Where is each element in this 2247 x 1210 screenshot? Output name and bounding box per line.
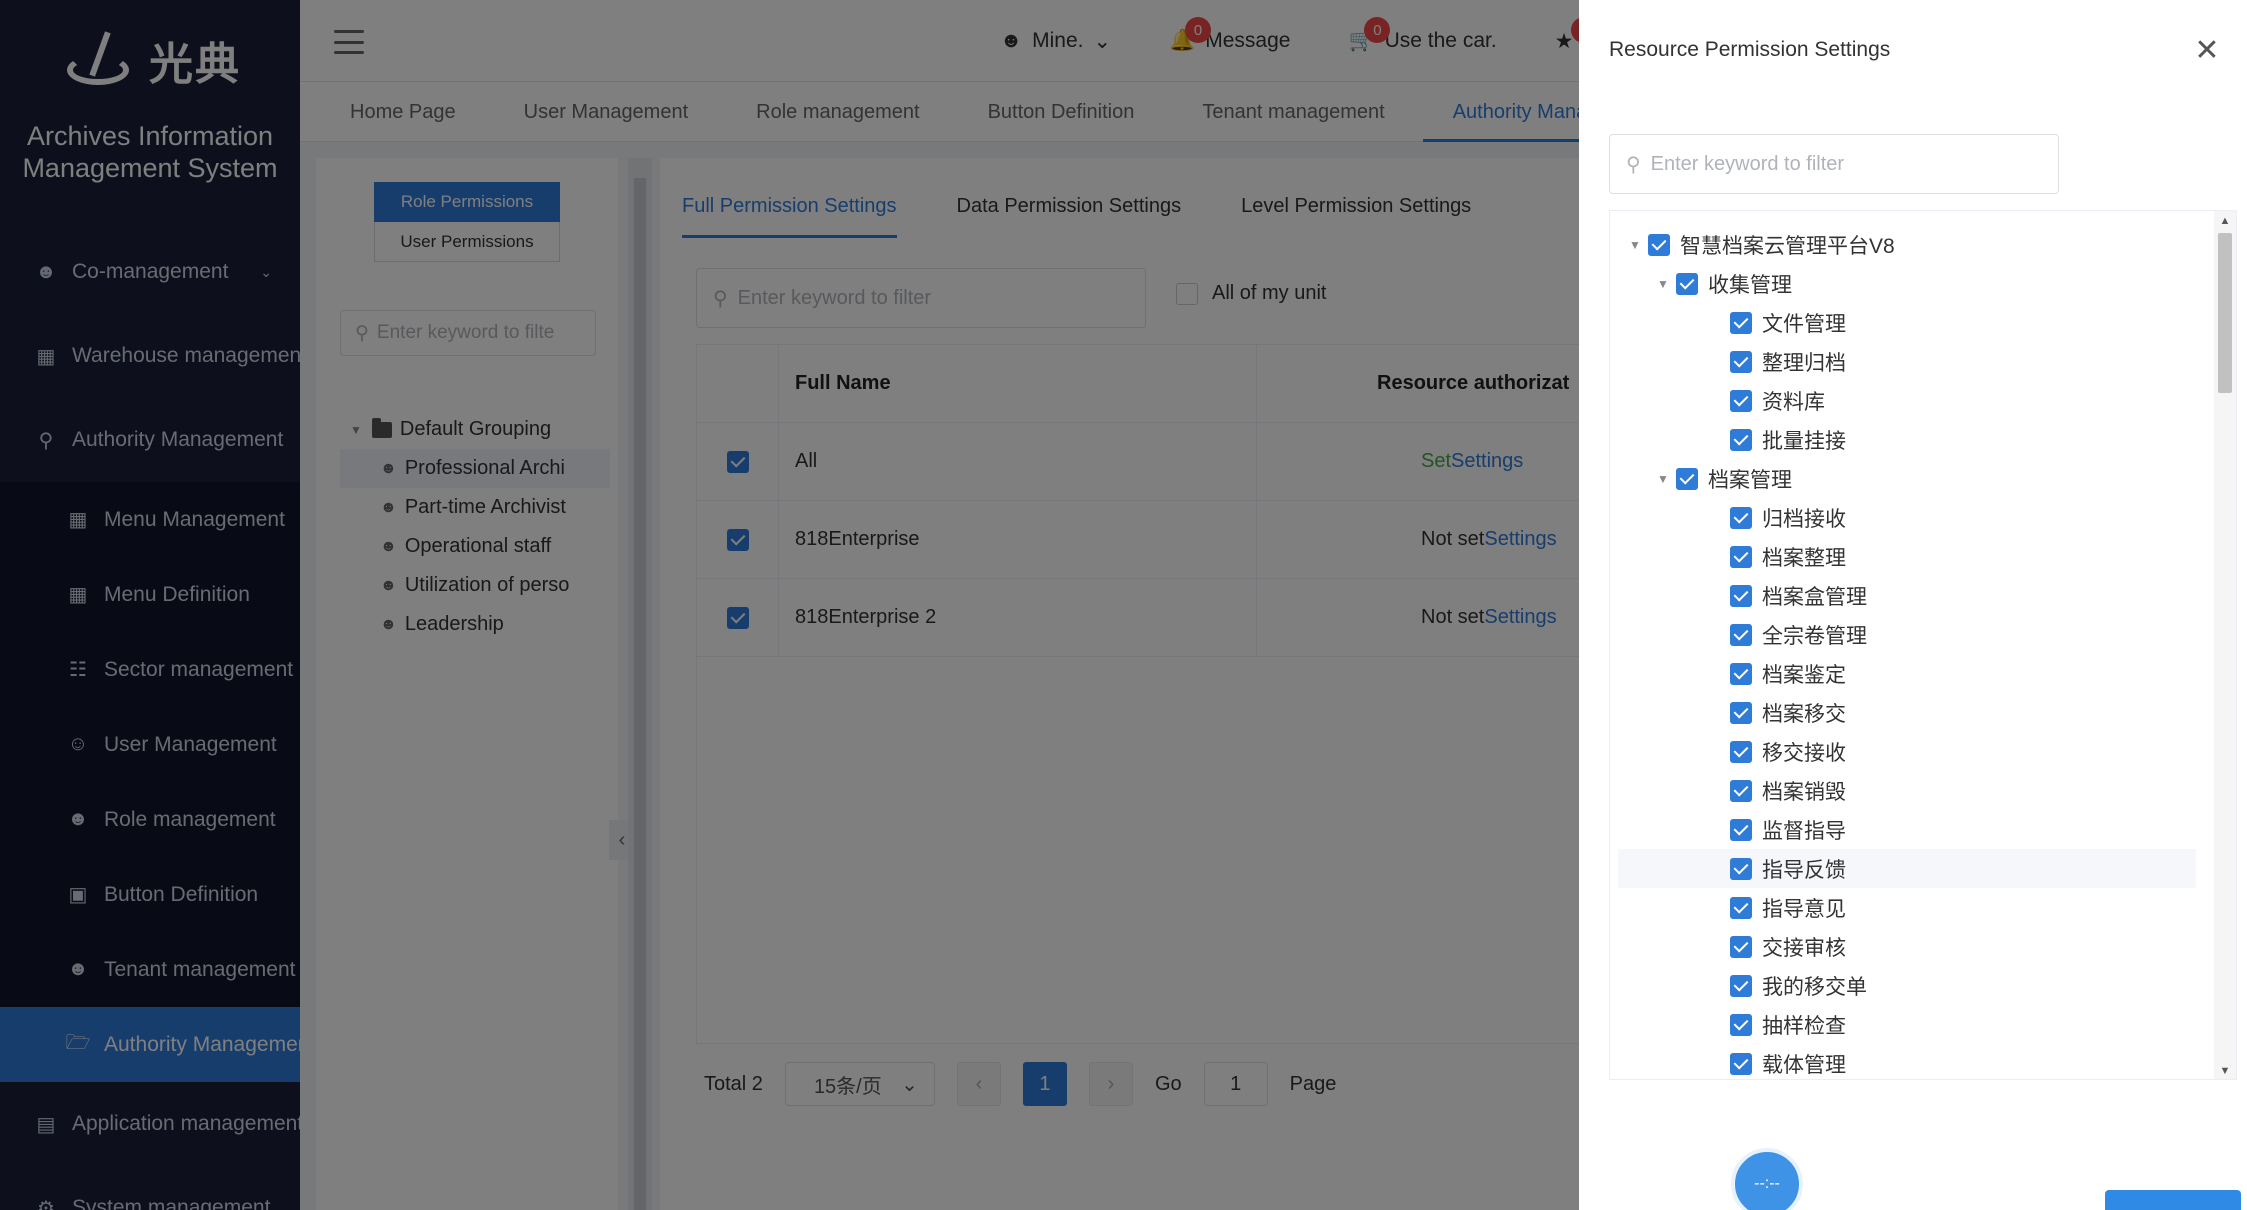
tree-node-label: 指导反馈 — [1762, 858, 1846, 882]
tree-node-label: 档案整理 — [1762, 546, 1846, 570]
tree-node-checkbox[interactable] — [1730, 857, 1752, 880]
tree-node[interactable]: ▼ 智慧档案云管理平台V8 — [1618, 225, 2196, 264]
scroll-thumb[interactable] — [2218, 233, 2232, 393]
tree-node-label: 移交接收 — [1762, 741, 1846, 765]
tree-node-checkbox[interactable] — [1730, 584, 1752, 607]
drawer-search-input[interactable]: ⚲ Enter keyword to filter — [1609, 134, 2059, 194]
tree-node-checkbox[interactable] — [1730, 818, 1752, 841]
tree-node-label: 资料库 — [1762, 390, 1825, 414]
tree-node-checkbox[interactable] — [1730, 662, 1752, 685]
resource-tree: ▼ 智慧档案云管理平台V8 ▼ 收集管理文件管理整理归档资料库批量挂接 ▼ 档案管理归档接… — [1618, 225, 2196, 1079]
fab-label: --:-- — [1754, 1175, 1780, 1192]
tree-node-label: 收集管理 — [1708, 273, 1792, 297]
tree-node[interactable]: 文件管理 — [1618, 303, 2196, 342]
tree-node-checkbox[interactable] — [1730, 740, 1752, 763]
tree-node-checkbox[interactable] — [1730, 623, 1752, 646]
confirm-button[interactable] — [2105, 1190, 2241, 1210]
tree-node[interactable]: 移交接收 — [1618, 732, 2196, 771]
tree-node[interactable]: 资料库 — [1618, 381, 2196, 420]
tree-scrollbar[interactable]: ▲ ▼ — [2214, 211, 2236, 1079]
tree-node[interactable]: 载体管理 — [1618, 1044, 2196, 1079]
tree-node-label: 监督指导 — [1762, 819, 1846, 843]
close-icon[interactable]: ✕ — [2189, 32, 2225, 68]
scroll-down-icon[interactable]: ▼ — [2214, 1065, 2236, 1077]
tree-node-checkbox[interactable] — [1676, 467, 1698, 490]
tree-node[interactable]: ▼ 档案管理 — [1618, 459, 2196, 498]
tree-node[interactable]: 档案鉴定 — [1618, 654, 2196, 693]
tree-node-label: 批量挂接 — [1762, 429, 1846, 453]
tree-node-checkbox[interactable] — [1730, 506, 1752, 529]
tree-node-checkbox[interactable] — [1730, 974, 1752, 997]
scroll-up-icon[interactable]: ▲ — [2214, 215, 2236, 227]
tree-node-checkbox[interactable] — [1730, 701, 1752, 724]
tree-node-checkbox[interactable] — [1730, 1013, 1752, 1036]
caret-down-icon[interactable]: ▼ — [1650, 472, 1676, 486]
tree-node[interactable]: 指导反馈 — [1618, 849, 2196, 888]
tree-node-label: 档案销毁 — [1762, 780, 1846, 804]
tree-node-label: 档案管理 — [1708, 468, 1792, 492]
tree-node[interactable]: 档案销毁 — [1618, 771, 2196, 810]
tree-node[interactable]: 交接审核 — [1618, 927, 2196, 966]
tree-node-label: 抽样检查 — [1762, 1014, 1846, 1038]
tree-node[interactable]: 我的移交单 — [1618, 966, 2196, 1005]
tree-node-checkbox[interactable] — [1730, 896, 1752, 919]
tree-node-checkbox[interactable] — [1730, 545, 1752, 568]
tree-node-label: 档案盒管理 — [1762, 585, 1867, 609]
caret-down-icon[interactable]: ▼ — [1622, 238, 1648, 252]
resource-permission-drawer: Resource Permission Settings ✕ ⚲ Enter k… — [1579, 0, 2247, 1210]
tree-node-label: 指导意见 — [1762, 897, 1846, 921]
tree-node-checkbox[interactable] — [1730, 428, 1752, 451]
tree-node[interactable]: 归档接收 — [1618, 498, 2196, 537]
tree-node-label: 归档接收 — [1762, 507, 1846, 531]
tree-node-label: 我的移交单 — [1762, 975, 1867, 999]
tree-node[interactable]: 档案盒管理 — [1618, 576, 2196, 615]
tree-node[interactable]: 抽样检查 — [1618, 1005, 2196, 1044]
tree-node[interactable]: 整理归档 — [1618, 342, 2196, 381]
tree-node-label: 全宗卷管理 — [1762, 624, 1867, 648]
tree-node[interactable]: 全宗卷管理 — [1618, 615, 2196, 654]
tree-node-checkbox[interactable] — [1730, 1052, 1752, 1075]
drawer-title: Resource Permission Settings — [1609, 38, 1891, 61]
drawer-search-placeholder: Enter keyword to filter — [1650, 152, 1845, 175]
search-icon: ⚲ — [1626, 153, 1641, 176]
caret-down-icon[interactable]: ▼ — [1650, 277, 1676, 291]
tree-node-label: 智慧档案云管理平台V8 — [1680, 234, 1895, 258]
tree-node-label: 整理归档 — [1762, 351, 1846, 375]
tree-node[interactable]: ▼ 收集管理 — [1618, 264, 2196, 303]
tree-node-label: 档案鉴定 — [1762, 663, 1846, 687]
tree-node-checkbox[interactable] — [1730, 311, 1752, 334]
resource-tree-box: ▼ 智慧档案云管理平台V8 ▼ 收集管理文件管理整理归档资料库批量挂接 ▼ 档案管理归档接… — [1609, 210, 2237, 1080]
tree-node-checkbox[interactable] — [1648, 233, 1670, 256]
tree-node-label: 档案移交 — [1762, 702, 1846, 726]
tree-node[interactable]: 监督指导 — [1618, 810, 2196, 849]
tree-node-checkbox[interactable] — [1730, 389, 1752, 412]
tree-node[interactable]: 批量挂接 — [1618, 420, 2196, 459]
tree-node-checkbox[interactable] — [1676, 272, 1698, 295]
tree-node[interactable]: 档案移交 — [1618, 693, 2196, 732]
tree-node-label: 载体管理 — [1762, 1053, 1846, 1077]
tree-node-label: 文件管理 — [1762, 312, 1846, 336]
tree-node[interactable]: 档案整理 — [1618, 537, 2196, 576]
tree-node-checkbox[interactable] — [1730, 935, 1752, 958]
modal-mask[interactable] — [0, 0, 1579, 1210]
tree-node-checkbox[interactable] — [1730, 350, 1752, 373]
tree-node-label: 交接审核 — [1762, 936, 1846, 960]
floating-clock-button[interactable]: --:-- — [1731, 1148, 1803, 1210]
tree-node[interactable]: 指导意见 — [1618, 888, 2196, 927]
tree-node-checkbox[interactable] — [1730, 779, 1752, 802]
